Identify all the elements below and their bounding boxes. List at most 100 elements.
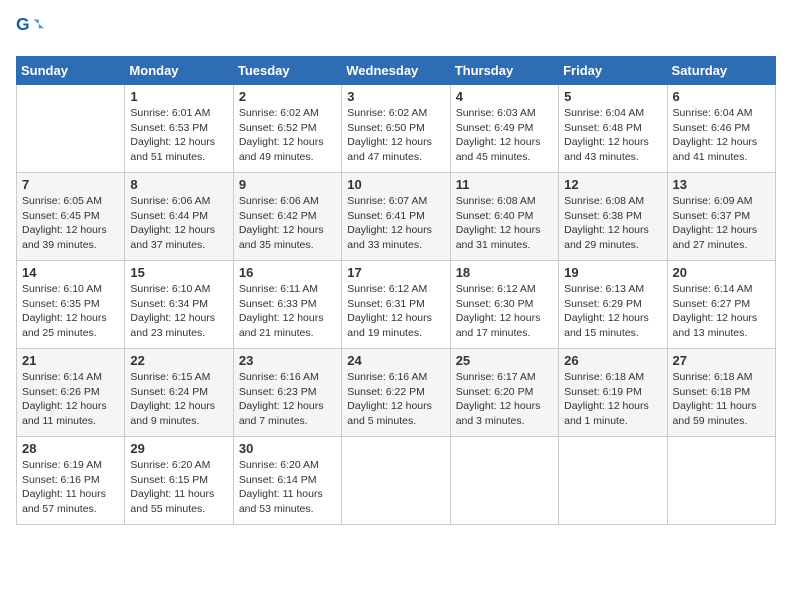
- calendar-cell: [450, 437, 558, 525]
- day-number: 12: [564, 177, 661, 192]
- day-number: 10: [347, 177, 444, 192]
- calendar-cell: 17Sunrise: 6:12 AM Sunset: 6:31 PM Dayli…: [342, 261, 450, 349]
- page-header: G: [16, 16, 776, 44]
- weekday-header-saturday: Saturday: [667, 57, 775, 85]
- calendar-cell: 19Sunrise: 6:13 AM Sunset: 6:29 PM Dayli…: [559, 261, 667, 349]
- calendar-cell: 8 Sunrise: 6:06 AM Sunset: 6:44 PM Daylig…: [125, 173, 233, 261]
- day-number: 3: [347, 89, 444, 104]
- calendar-body: 1Sunrise: 6:01 AM Sunset: 6:53 PM Daylig…: [17, 85, 776, 525]
- day-info: Sunrise: 6:03 AM Sunset: 6:49 PM Dayligh…: [456, 106, 553, 165]
- day-info: Sunrise: 6:01 AM Sunset: 6:53 PM Dayligh…: [130, 106, 227, 165]
- day-number: 9: [239, 177, 336, 192]
- day-number: 11: [456, 177, 553, 192]
- day-number: 20: [673, 265, 770, 280]
- calendar-cell: [559, 437, 667, 525]
- logo: G: [16, 16, 48, 44]
- day-info: Sunrise: 6:20 AM Sunset: 6:15 PM Dayligh…: [130, 458, 227, 517]
- day-info: Sunrise: 6:08 AM Sunset: 6:40 PM Dayligh…: [456, 194, 553, 253]
- weekday-row: SundayMondayTuesdayWednesdayThursdayFrid…: [17, 57, 776, 85]
- weekday-header-wednesday: Wednesday: [342, 57, 450, 85]
- calendar-cell: 28 Sunrise: 6:19 AM Sunset: 6:16 PM Dayli…: [17, 437, 125, 525]
- calendar-cell: 16Sunrise: 6:11 AM Sunset: 6:33 PM Dayli…: [233, 261, 341, 349]
- calendar-cell: 20 Sunrise: 6:14 AM Sunset: 6:27 PM Dayli…: [667, 261, 775, 349]
- day-info: Sunrise: 6:07 AM Sunset: 6:41 PM Dayligh…: [347, 194, 444, 253]
- day-number: 16: [239, 265, 336, 280]
- day-info: Sunrise: 6:06 AM Sunset: 6:42 PM Dayligh…: [239, 194, 336, 253]
- day-number: 5: [564, 89, 661, 104]
- day-number: 30: [239, 441, 336, 456]
- day-number: 17: [347, 265, 444, 280]
- calendar-cell: 9 Sunrise: 6:06 AM Sunset: 6:42 PM Daylig…: [233, 173, 341, 261]
- calendar-cell: 29Sunrise: 6:20 AM Sunset: 6:15 PM Dayli…: [125, 437, 233, 525]
- day-number: 7: [22, 177, 119, 192]
- day-info: Sunrise: 6:10 AM Sunset: 6:35 PM Dayligh…: [22, 282, 119, 341]
- calendar-cell: 5 Sunrise: 6:04 AM Sunset: 6:48 PM Daylig…: [559, 85, 667, 173]
- day-info: Sunrise: 6:08 AM Sunset: 6:38 PM Dayligh…: [564, 194, 661, 253]
- day-number: 24: [347, 353, 444, 368]
- week-row-5: 28 Sunrise: 6:19 AM Sunset: 6:16 PM Dayli…: [17, 437, 776, 525]
- calendar-cell: [17, 85, 125, 173]
- day-info: Sunrise: 6:09 AM Sunset: 6:37 PM Dayligh…: [673, 194, 770, 253]
- day-number: 15: [130, 265, 227, 280]
- day-info: Sunrise: 6:16 AM Sunset: 6:22 PM Dayligh…: [347, 370, 444, 429]
- calendar-cell: 22Sunrise: 6:15 AM Sunset: 6:24 PM Dayli…: [125, 349, 233, 437]
- calendar-cell: 13 Sunrise: 6:09 AM Sunset: 6:37 PM Dayli…: [667, 173, 775, 261]
- calendar-cell: 1Sunrise: 6:01 AM Sunset: 6:53 PM Daylig…: [125, 85, 233, 173]
- day-number: 21: [22, 353, 119, 368]
- day-info: Sunrise: 6:16 AM Sunset: 6:23 PM Dayligh…: [239, 370, 336, 429]
- calendar-cell: 4 Sunrise: 6:03 AM Sunset: 6:49 PM Daylig…: [450, 85, 558, 173]
- week-row-1: 1Sunrise: 6:01 AM Sunset: 6:53 PM Daylig…: [17, 85, 776, 173]
- day-number: 18: [456, 265, 553, 280]
- calendar-cell: 21 Sunrise: 6:14 AM Sunset: 6:26 PM Dayli…: [17, 349, 125, 437]
- calendar-cell: 3 Sunrise: 6:02 AM Sunset: 6:50 PM Daylig…: [342, 85, 450, 173]
- calendar-cell: 27Sunrise: 6:18 AM Sunset: 6:18 PM Dayli…: [667, 349, 775, 437]
- day-number: 4: [456, 89, 553, 104]
- calendar-cell: 25 Sunrise: 6:17 AM Sunset: 6:20 PM Dayli…: [450, 349, 558, 437]
- day-number: 28: [22, 441, 119, 456]
- day-number: 23: [239, 353, 336, 368]
- calendar-cell: 26 Sunrise: 6:18 AM Sunset: 6:19 PM Dayli…: [559, 349, 667, 437]
- day-number: 26: [564, 353, 661, 368]
- week-row-3: 14 Sunrise: 6:10 AM Sunset: 6:35 PM Dayli…: [17, 261, 776, 349]
- day-info: Sunrise: 6:04 AM Sunset: 6:48 PM Dayligh…: [564, 106, 661, 165]
- day-info: Sunrise: 6:14 AM Sunset: 6:26 PM Dayligh…: [22, 370, 119, 429]
- svg-text:G: G: [16, 16, 30, 34]
- day-info: Sunrise: 6:04 AM Sunset: 6:46 PM Dayligh…: [673, 106, 770, 165]
- day-info: Sunrise: 6:17 AM Sunset: 6:20 PM Dayligh…: [456, 370, 553, 429]
- weekday-header-tuesday: Tuesday: [233, 57, 341, 85]
- week-row-4: 21 Sunrise: 6:14 AM Sunset: 6:26 PM Dayli…: [17, 349, 776, 437]
- day-info: Sunrise: 6:10 AM Sunset: 6:34 PM Dayligh…: [130, 282, 227, 341]
- day-info: Sunrise: 6:06 AM Sunset: 6:44 PM Dayligh…: [130, 194, 227, 253]
- day-info: Sunrise: 6:02 AM Sunset: 6:52 PM Dayligh…: [239, 106, 336, 165]
- calendar-cell: [342, 437, 450, 525]
- logo-icon: G: [16, 16, 44, 44]
- day-number: 13: [673, 177, 770, 192]
- calendar-cell: 23 Sunrise: 6:16 AM Sunset: 6:23 PM Dayli…: [233, 349, 341, 437]
- calendar-cell: 15 Sunrise: 6:10 AM Sunset: 6:34 PM Dayli…: [125, 261, 233, 349]
- weekday-header-friday: Friday: [559, 57, 667, 85]
- calendar-cell: 24 Sunrise: 6:16 AM Sunset: 6:22 PM Dayli…: [342, 349, 450, 437]
- calendar-cell: 18Sunrise: 6:12 AM Sunset: 6:30 PM Dayli…: [450, 261, 558, 349]
- day-number: 2: [239, 89, 336, 104]
- calendar-cell: 14 Sunrise: 6:10 AM Sunset: 6:35 PM Dayli…: [17, 261, 125, 349]
- calendar-cell: 6 Sunrise: 6:04 AM Sunset: 6:46 PM Daylig…: [667, 85, 775, 173]
- day-number: 25: [456, 353, 553, 368]
- day-number: 14: [22, 265, 119, 280]
- day-info: Sunrise: 6:13 AM Sunset: 6:29 PM Dayligh…: [564, 282, 661, 341]
- day-number: 22: [130, 353, 227, 368]
- day-info: Sunrise: 6:05 AM Sunset: 6:45 PM Dayligh…: [22, 194, 119, 253]
- day-info: Sunrise: 6:19 AM Sunset: 6:16 PM Dayligh…: [22, 458, 119, 517]
- calendar-cell: 7 Sunrise: 6:05 AM Sunset: 6:45 PM Daylig…: [17, 173, 125, 261]
- day-info: Sunrise: 6:20 AM Sunset: 6:14 PM Dayligh…: [239, 458, 336, 517]
- day-info: Sunrise: 6:14 AM Sunset: 6:27 PM Dayligh…: [673, 282, 770, 341]
- week-row-2: 7 Sunrise: 6:05 AM Sunset: 6:45 PM Daylig…: [17, 173, 776, 261]
- day-number: 6: [673, 89, 770, 104]
- calendar-table: SundayMondayTuesdayWednesdayThursdayFrid…: [16, 56, 776, 525]
- calendar-cell: 12 Sunrise: 6:08 AM Sunset: 6:38 PM Dayli…: [559, 173, 667, 261]
- weekday-header-sunday: Sunday: [17, 57, 125, 85]
- day-number: 27: [673, 353, 770, 368]
- calendar-cell: 11 Sunrise: 6:08 AM Sunset: 6:40 PM Dayli…: [450, 173, 558, 261]
- day-info: Sunrise: 6:02 AM Sunset: 6:50 PM Dayligh…: [347, 106, 444, 165]
- day-number: 8: [130, 177, 227, 192]
- day-info: Sunrise: 6:18 AM Sunset: 6:19 PM Dayligh…: [564, 370, 661, 429]
